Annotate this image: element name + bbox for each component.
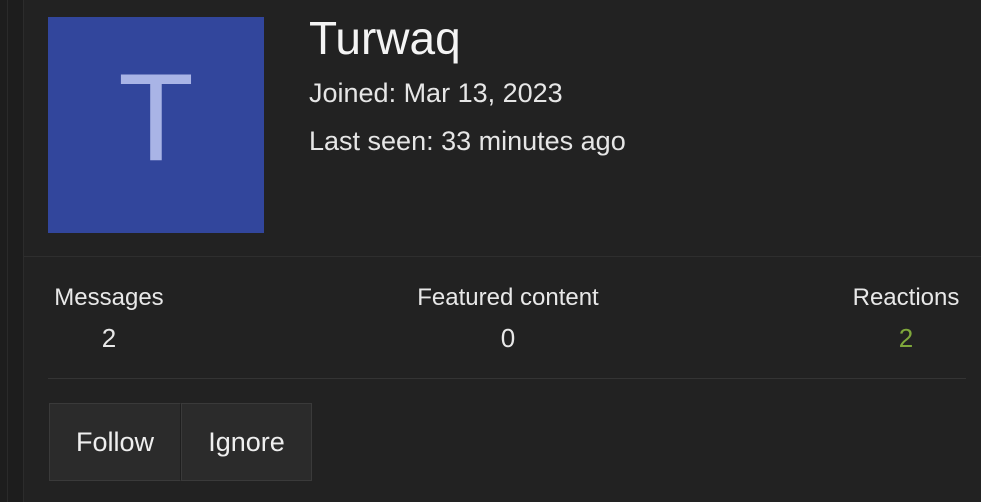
joined-date: Joined: Mar 13, 2023 — [309, 78, 563, 108]
profile-stats: Messages 2 Featured content 0 Reactions … — [24, 257, 981, 379]
username[interactable]: Turwaq — [309, 12, 461, 64]
last-seen: Last seen: 33 minutes ago — [309, 126, 626, 156]
left-gutter — [0, 0, 23, 502]
stat-label: Featured content — [417, 284, 599, 311]
member-profile-card: T Turwaq Joined: Mar 13, 2023 Last seen:… — [23, 0, 981, 502]
ignore-button[interactable]: Ignore — [181, 403, 312, 481]
stat-value: 2 — [898, 323, 914, 353]
stat-label: Reactions — [852, 284, 960, 311]
avatar-letter: T — [118, 49, 194, 187]
stat-featured-content[interactable]: Featured content 0 — [404, 283, 612, 353]
profile-actions: Follow Ignore — [49, 403, 312, 481]
stat-reactions[interactable]: Reactions 2 — [845, 283, 967, 353]
follow-button[interactable]: Follow — [49, 403, 181, 481]
stat-value: 0 — [500, 323, 516, 353]
gutter-divider — [7, 0, 8, 502]
stat-label: Messages — [54, 284, 164, 311]
avatar[interactable]: T — [48, 17, 264, 233]
page: T Turwaq Joined: Mar 13, 2023 Last seen:… — [0, 0, 981, 502]
profile-header: T Turwaq Joined: Mar 13, 2023 Last seen:… — [24, 0, 981, 257]
stats-divider — [48, 378, 966, 379]
stat-messages[interactable]: Messages 2 — [48, 283, 170, 353]
stat-value: 2 — [101, 323, 117, 353]
